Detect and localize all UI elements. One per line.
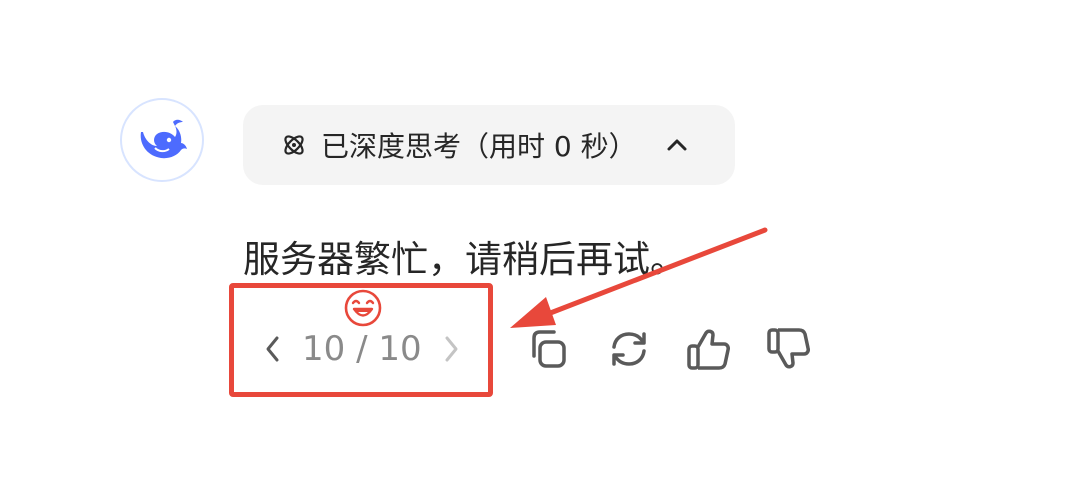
chevron-right-icon [445,336,458,362]
atom-icon [279,130,309,160]
chevron-up-icon [663,131,691,159]
chevron-left-icon [266,336,279,362]
thinking-toggle[interactable]: 已深度思考（用时 0 秒） [243,105,735,185]
next-response-button[interactable] [436,329,466,369]
like-button[interactable] [684,324,734,374]
dislike-button[interactable] [764,324,814,374]
deepseek-whale-icon [140,119,187,159]
copy-icon [532,330,566,368]
thumbs-down-icon [767,328,810,369]
thumbs-up-icon [687,329,730,370]
thinking-label: 已深度思考（用时 0 秒） [321,130,637,163]
regenerate-button[interactable] [604,324,654,374]
copy-button[interactable] [522,324,572,374]
grinning-face-icon [344,289,382,327]
response-count: 10 / 10 [302,329,422,369]
answer-text: 服务器繁忙，请稍后再试。 [243,238,687,281]
regenerate-icon [612,332,646,366]
prev-response-button[interactable] [258,329,288,369]
response-pager: 10 / 10 [258,322,466,376]
assistant-avatar [120,98,204,182]
